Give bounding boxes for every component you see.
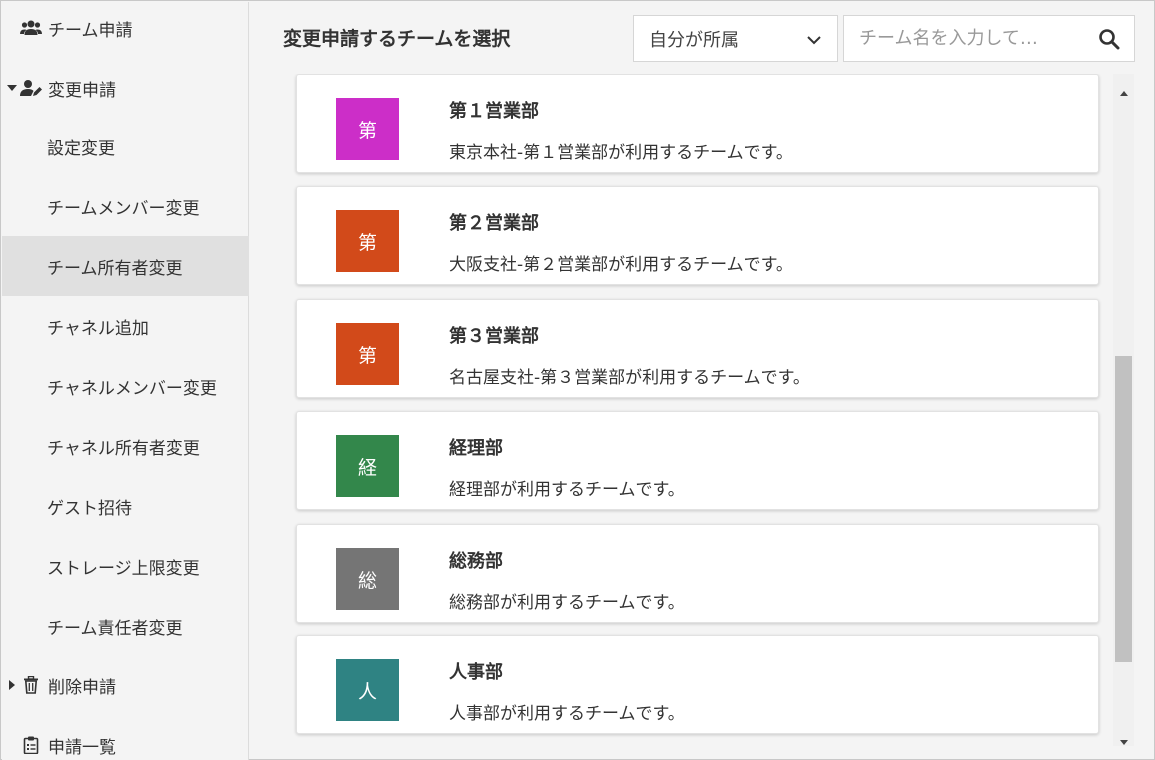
team-card[interactable]: 第 第３営業部 名古屋支社-第３営業部が利用するチームです。: [296, 299, 1099, 398]
team-list: 第 第１営業部 東京本社-第１営業部が利用するチームです。 第 第２営業部 大阪…: [250, 74, 1155, 760]
team-description: 経理部が利用するチームです。: [449, 480, 685, 500]
team-search-input[interactable]: [859, 28, 1099, 49]
chevron-down-icon: [807, 31, 821, 52]
sidebar-item-storage-limit-change[interactable]: ストレージ上限変更: [2, 536, 249, 596]
sidebar-item-label: チャネルメンバー変更: [47, 378, 217, 399]
user-edit-icon: [20, 78, 42, 98]
sidebar-item-label: ストレージ上限変更: [47, 558, 200, 579]
team-name: 人事部: [449, 662, 503, 683]
app-window: チーム申請 変更申請 設定変更 チームメンバー変更 チーム所有者変更 チャネル追…: [0, 0, 1155, 760]
sidebar-item-request-list[interactable]: 申請一覧: [2, 715, 249, 760]
sidebar-item-label: 削除申請: [48, 677, 116, 698]
sidebar-item-team-manager-change[interactable]: チーム責任者変更: [2, 596, 249, 656]
filter-select-value: 自分が所属: [649, 29, 739, 51]
team-card[interactable]: 第 第２営業部 大阪支社-第２営業部が利用するチームです。: [296, 186, 1099, 285]
team-avatar: 第: [336, 98, 399, 160]
team-name: 第１営業部: [449, 101, 539, 122]
sidebar-item-change-request[interactable]: 変更申請: [2, 58, 249, 118]
team-card[interactable]: 第 第１営業部 東京本社-第１営業部が利用するチームです。: [296, 74, 1099, 173]
clipboard-list-icon: [20, 735, 42, 755]
caret-right-icon: [6, 680, 18, 690]
sidebar-item-label: ゲスト招待: [47, 498, 132, 519]
team-search-box: [843, 15, 1135, 62]
team-card[interactable]: 経 経理部 経理部が利用するチームです。: [296, 411, 1099, 510]
team-card[interactable]: 総 総務部 総務部が利用するチームです。: [296, 524, 1099, 623]
team-description: 総務部が利用するチームです。: [449, 593, 685, 613]
scroll-up-arrow-icon[interactable]: [1119, 82, 1129, 96]
team-name: 総務部: [449, 551, 503, 572]
page-title: 変更申請するチームを選択: [283, 28, 511, 50]
team-name: 第２営業部: [449, 213, 539, 234]
sidebar-item-guest-invite[interactable]: ゲスト招待: [2, 476, 249, 536]
sidebar: チーム申請 変更申請 設定変更 チームメンバー変更 チーム所有者変更 チャネル追…: [2, 2, 249, 760]
sidebar-item-label: チーム申請: [48, 20, 133, 41]
membership-filter-select[interactable]: 自分が所属: [633, 15, 838, 62]
team-avatar: 経: [336, 435, 399, 497]
list-scrollbar[interactable]: [1113, 74, 1134, 746]
sidebar-item-team-owner-change[interactable]: チーム所有者変更: [2, 236, 249, 296]
team-name: 経理部: [449, 438, 503, 459]
sidebar-item-team-member-change[interactable]: チームメンバー変更: [2, 176, 249, 236]
people-icon: [20, 18, 42, 38]
team-description: 名古屋支社-第３営業部が利用するチームです。: [449, 368, 810, 388]
sidebar-item-settings-change[interactable]: 設定変更: [2, 116, 249, 176]
sidebar-item-team-request[interactable]: チーム申請: [2, 0, 249, 58]
main-panel: 変更申請するチームを選択 自分が所属 第 第１営業部 東京本社-第１営業部が利用…: [250, 2, 1155, 760]
team-description: 東京本社-第１営業部が利用するチームです。: [449, 143, 793, 163]
trash-icon: [20, 675, 42, 695]
sidebar-item-label: チームメンバー変更: [47, 198, 200, 219]
sidebar-item-label: チーム所有者変更: [47, 258, 183, 279]
sidebar-item-label: 設定変更: [47, 138, 115, 159]
sidebar-item-delete-request[interactable]: 削除申請: [2, 655, 249, 715]
sidebar-item-label: チャネル追加: [47, 318, 149, 339]
sidebar-item-label: 変更申請: [48, 80, 116, 101]
sidebar-item-channel-member-change[interactable]: チャネルメンバー変更: [2, 356, 249, 416]
team-avatar: 総: [336, 548, 399, 610]
sidebar-item-label: チーム責任者変更: [47, 618, 183, 639]
team-name: 第３営業部: [449, 326, 539, 347]
team-card[interactable]: 人 人事部 人事部が利用するチームです。: [296, 635, 1099, 734]
caret-down-icon: [6, 84, 18, 92]
team-avatar: 第: [336, 210, 399, 272]
team-avatar: 人: [336, 659, 399, 721]
scrollbar-thumb[interactable]: [1115, 356, 1132, 662]
team-description: 人事部が利用するチームです。: [449, 704, 685, 724]
sidebar-item-channel-owner-change[interactable]: チャネル所有者変更: [2, 416, 249, 476]
sidebar-item-label: 申請一覧: [48, 737, 116, 758]
sidebar-item-channel-add[interactable]: チャネル追加: [2, 296, 249, 356]
search-icon[interactable]: [1098, 28, 1120, 50]
team-avatar: 第: [336, 323, 399, 385]
team-description: 大阪支社-第２営業部が利用するチームです。: [449, 255, 793, 275]
sidebar-item-label: チャネル所有者変更: [47, 438, 200, 459]
scroll-down-arrow-icon[interactable]: [1119, 732, 1129, 745]
